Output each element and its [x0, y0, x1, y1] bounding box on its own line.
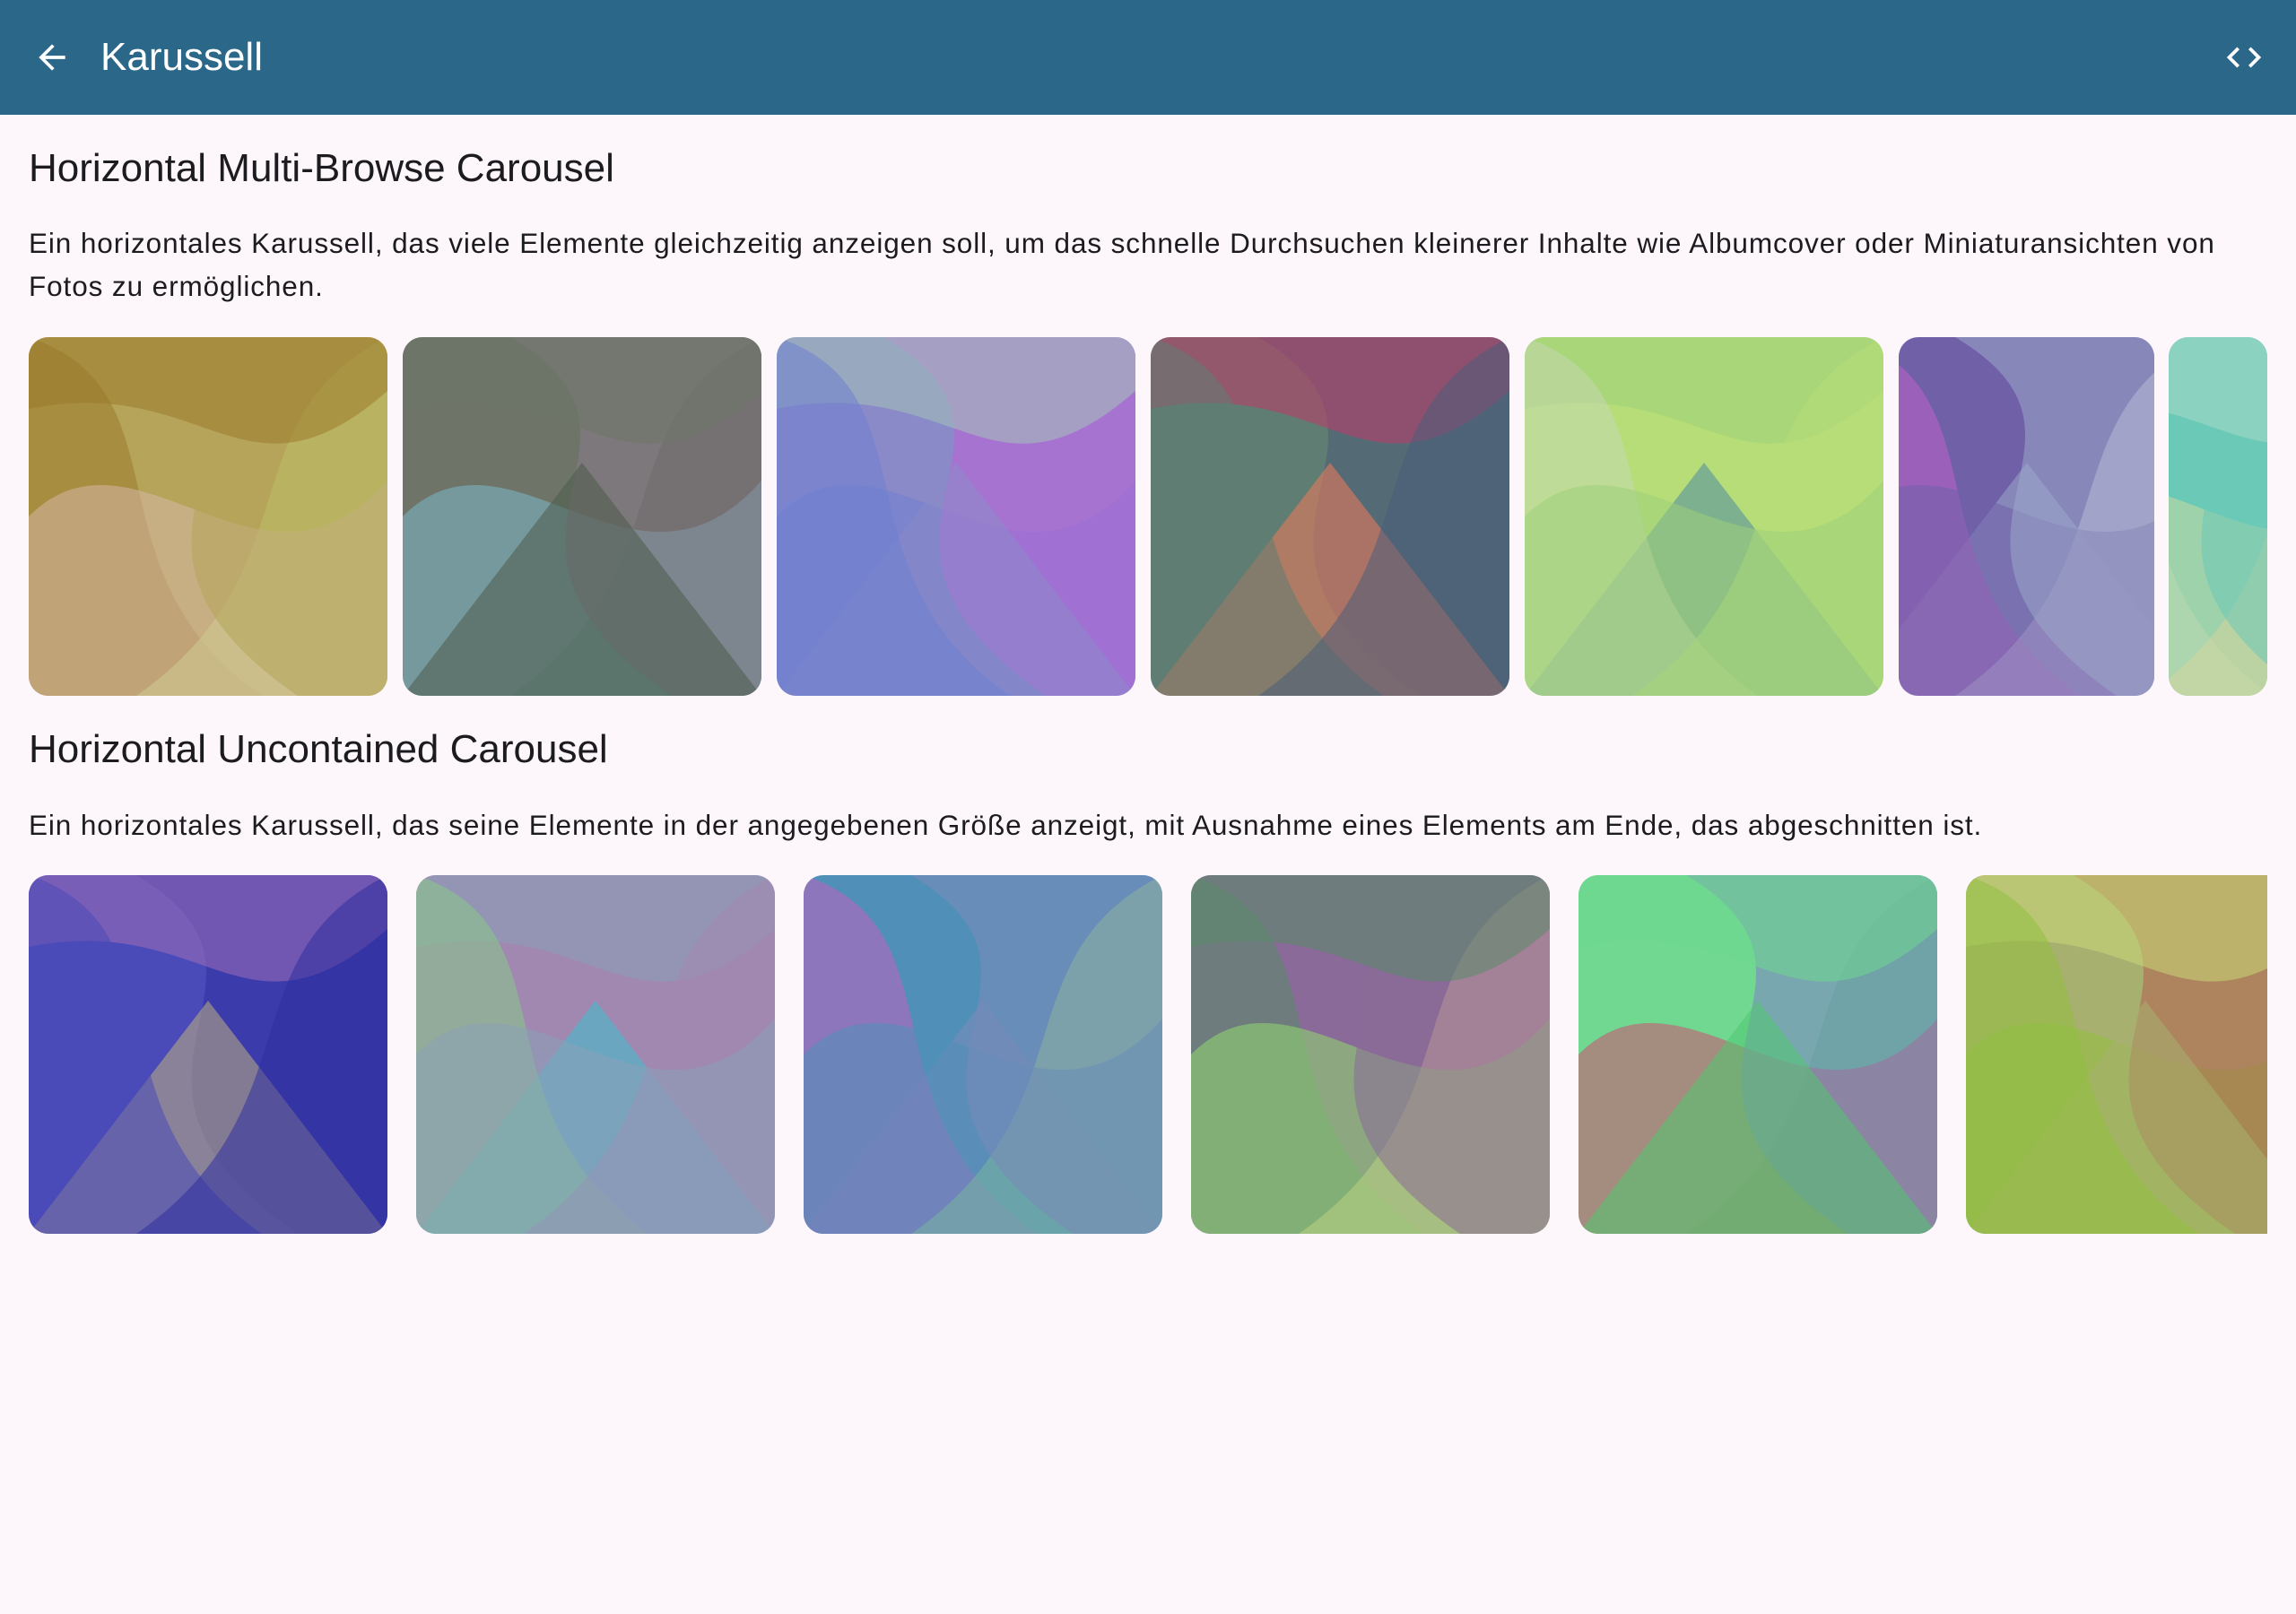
carousel-item[interactable] [804, 875, 1162, 1234]
carousel-item[interactable] [1151, 337, 1509, 696]
album-art-image [1578, 875, 1937, 1234]
album-art-image [1525, 337, 1883, 696]
section-title-uncontained: Horizontal Uncontained Carousel [29, 727, 608, 771]
album-art-image [1151, 337, 1509, 696]
album-art-image [29, 875, 387, 1234]
carousel-item[interactable] [1525, 337, 1883, 696]
album-art-image [1191, 875, 1550, 1234]
carousel-item[interactable] [1191, 875, 1550, 1234]
album-art-image [777, 337, 1135, 696]
carousel-item[interactable] [1899, 337, 2154, 696]
view-source-button[interactable] [2212, 25, 2276, 90]
section-description-multi-browse: Ein horizontales Karussell, das viele El… [29, 227, 2215, 302]
carousel-item[interactable] [777, 337, 1135, 696]
album-art-image [804, 875, 1162, 1234]
album-art-image [2169, 337, 2267, 696]
album-art-image [416, 875, 775, 1234]
album-art-image [403, 337, 761, 696]
arrow-back-icon [39, 44, 65, 71]
carousel-item[interactable] [1966, 875, 2267, 1234]
carousel-item[interactable] [1578, 875, 1937, 1234]
carousel-item[interactable] [403, 337, 761, 696]
section-description-uncontained: Ein horizontales Karussell, das seine El… [29, 809, 1983, 841]
back-button[interactable] [20, 25, 84, 90]
top-app-bar: Karussell [0, 0, 2296, 115]
page-title: Karussell [100, 35, 263, 79]
section-title-multi-browse: Horizontal Multi-Browse Carousel [29, 146, 614, 190]
carousel-item[interactable] [29, 875, 387, 1234]
album-art-image [29, 337, 387, 696]
album-art-image [1899, 337, 2154, 696]
code-icon [2226, 47, 2262, 68]
carousel-item[interactable] [2169, 337, 2267, 696]
album-art-image [1966, 875, 2267, 1234]
carousel-item[interactable] [29, 337, 387, 696]
uncontained-carousel[interactable] [29, 875, 2267, 1234]
carousel-item[interactable] [416, 875, 775, 1234]
multi-browse-carousel[interactable] [29, 337, 2267, 696]
